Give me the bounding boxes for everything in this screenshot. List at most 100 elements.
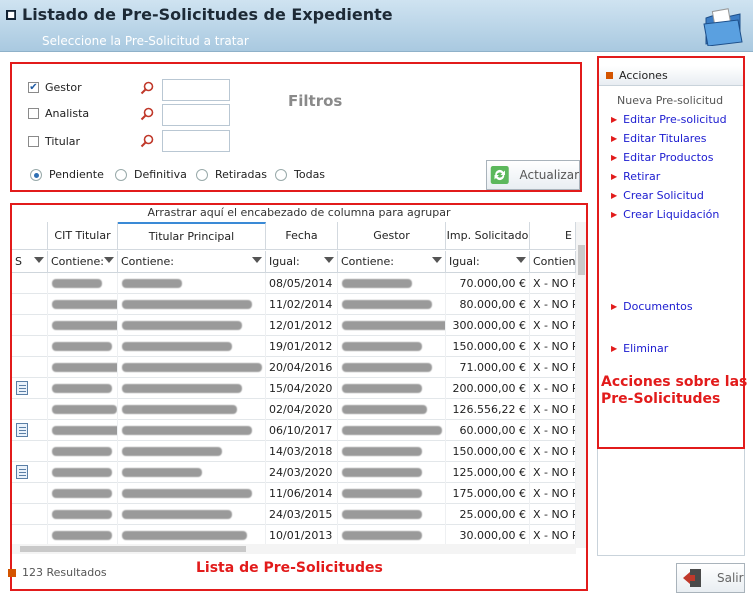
- status-cell: [12, 504, 48, 525]
- action-editar-titulares[interactable]: ▶ Editar Titulares: [611, 132, 707, 145]
- titular-input[interactable]: [162, 130, 230, 152]
- table-row[interactable]: 11/02/2014 80.000,00 € X - NO R: [12, 294, 580, 315]
- filter-cell-fecha[interactable]: Igual:: [266, 251, 338, 273]
- refresh-icon: [490, 166, 509, 184]
- radio-button[interactable]: [115, 168, 127, 181]
- filter-cell-imp-solicitado[interactable]: Igual:: [446, 251, 530, 273]
- table-row[interactable]: 11/06/2014 175.000,00 € X - NO R: [12, 483, 580, 504]
- action-documentos[interactable]: ▶ Documentos: [611, 300, 693, 313]
- redacted-value: [52, 405, 117, 414]
- action-nueva-pre-solicitud[interactable]: Nueva Pre-solicitud: [611, 94, 723, 107]
- document-icon[interactable]: [16, 381, 28, 395]
- filter-icon[interactable]: [34, 257, 44, 263]
- redacted-value: [122, 384, 242, 393]
- action-retirar[interactable]: ▶ Retirar: [611, 170, 660, 183]
- radio-button[interactable]: [275, 168, 287, 181]
- redacted-value: [52, 321, 117, 330]
- filter-cell-status[interactable]: S: [12, 251, 48, 273]
- filter-icon[interactable]: [324, 257, 334, 263]
- table-row[interactable]: 02/04/2020 126.556,22 € X - NO R: [12, 399, 580, 420]
- column-header-titular-principal[interactable]: Titular Principal: [118, 222, 266, 250]
- status-cell: [12, 525, 48, 546]
- analista-input[interactable]: [162, 104, 230, 126]
- titular-principal-cell: [118, 420, 266, 441]
- filter-icon[interactable]: [432, 257, 442, 263]
- analista-filter[interactable]: Analista: [28, 107, 89, 120]
- gestor-filter[interactable]: ✔ Gestor: [28, 81, 82, 94]
- document-icon[interactable]: [16, 423, 28, 437]
- filter-icon[interactable]: [252, 257, 262, 263]
- action-crear-solicitud[interactable]: ▶ Crear Solicitud: [611, 189, 704, 202]
- fecha-cell: 12/01/2012: [266, 315, 338, 336]
- titular-principal-cell: [118, 483, 266, 504]
- action-editar-productos[interactable]: ▶ Editar Productos: [611, 151, 713, 164]
- titular-filter[interactable]: Titular: [28, 135, 80, 148]
- fecha-cell: 02/04/2020: [266, 399, 338, 420]
- importe-cell: 126.556,22 €: [446, 399, 530, 420]
- redacted-value: [52, 363, 117, 372]
- radio-retiradas[interactable]: Retiradas: [196, 168, 267, 181]
- analista-checkbox[interactable]: [28, 108, 39, 119]
- title-bar: ■ Listado de Pre-Solicitudes de Expedien…: [0, 0, 753, 52]
- action-editar-pre-solicitud[interactable]: ▶ Editar Pre-solicitud: [611, 113, 727, 126]
- search-icon[interactable]: [140, 107, 154, 121]
- table-row[interactable]: 12/01/2012 300.000,00 € X - NO R: [12, 315, 580, 336]
- table-row[interactable]: 08/05/2014 70.000,00 € X - NO R: [12, 273, 580, 294]
- action-eliminar[interactable]: ▶ Eliminar: [611, 342, 668, 355]
- gestor-input[interactable]: [162, 79, 230, 101]
- radio-todas[interactable]: Todas: [275, 168, 325, 181]
- exit-button[interactable]: Salir: [676, 563, 745, 593]
- table-row[interactable]: 24/03/2015 25.000,00 € X - NO R: [12, 504, 580, 525]
- table-row[interactable]: 20/04/2016 71.000,00 € X - NO R: [12, 357, 580, 378]
- vertical-scroll-thumb[interactable]: [578, 245, 585, 275]
- filter-cell-gestor[interactable]: Contiene:: [338, 251, 446, 273]
- action-crear-liquidacion[interactable]: ▶ Crear Liquidación: [611, 208, 719, 221]
- estado-cell: X - NO R: [530, 273, 576, 294]
- column-header-imp-solicitado[interactable]: Imp. Solicitado: [446, 222, 530, 250]
- radio-button[interactable]: [196, 168, 208, 181]
- redacted-value: [122, 300, 252, 309]
- radio-button[interactable]: [30, 168, 42, 181]
- filter-cell-cit-titular[interactable]: Contiene:: [48, 251, 118, 273]
- column-header-fecha[interactable]: Fecha: [266, 222, 338, 250]
- search-icon[interactable]: [140, 81, 154, 95]
- table-row[interactable]: 19/01/2012 150.000,00 € X - NO R: [12, 336, 580, 357]
- fecha-cell: 24/03/2015: [266, 504, 338, 525]
- status-cell: [12, 273, 48, 294]
- table-row[interactable]: 10/01/2013 30.000,00 € X - NO R: [12, 525, 580, 546]
- app-icon: ■: [6, 10, 16, 20]
- column-header-estado[interactable]: E: [530, 222, 576, 250]
- estado-cell: X - NO R: [530, 483, 576, 504]
- column-header-status[interactable]: [12, 222, 48, 250]
- radio-definitiva[interactable]: Definitiva: [115, 168, 187, 181]
- titular-principal-cell: [118, 441, 266, 462]
- column-header-cit-titular[interactable]: CIT Titular: [48, 222, 118, 250]
- filter-icon[interactable]: [104, 257, 114, 263]
- redacted-value: [342, 363, 432, 372]
- update-button[interactable]: Actualizar: [486, 160, 580, 190]
- estado-cell: X - NO R: [530, 378, 576, 399]
- radio-label: Definitiva: [134, 168, 187, 181]
- filter-cell-estado[interactable]: Contiene: [530, 251, 582, 273]
- column-header-gestor[interactable]: Gestor: [338, 222, 446, 250]
- importe-cell: 60.000,00 €: [446, 420, 530, 441]
- filter-icon[interactable]: [516, 257, 526, 263]
- redacted-value: [122, 405, 237, 414]
- estado-cell: X - NO R: [530, 315, 576, 336]
- table-row[interactable]: 14/03/2018 150.000,00 € X - NO R: [12, 441, 580, 462]
- document-icon[interactable]: [16, 465, 28, 479]
- search-icon[interactable]: [140, 134, 154, 148]
- gestor-checkbox[interactable]: ✔: [28, 82, 39, 93]
- estado-cell: X - NO R: [530, 441, 576, 462]
- table-row[interactable]: 24/03/2020 125.000,00 € X - NO R: [12, 462, 580, 483]
- importe-cell: 71.000,00 €: [446, 357, 530, 378]
- fecha-cell: 24/03/2020: [266, 462, 338, 483]
- radio-label: Pendiente: [49, 168, 104, 181]
- titular-checkbox[interactable]: [28, 136, 39, 147]
- horizontal-scroll-thumb[interactable]: [20, 546, 246, 552]
- redacted-value: [342, 300, 432, 309]
- table-row[interactable]: 15/04/2020 200.000,00 € X - NO R: [12, 378, 580, 399]
- table-row[interactable]: 06/10/2017 60.000,00 € X - NO R: [12, 420, 580, 441]
- filter-cell-titular-principal[interactable]: Contiene:: [118, 251, 266, 273]
- radio-pendiente[interactable]: Pendiente: [30, 168, 104, 181]
